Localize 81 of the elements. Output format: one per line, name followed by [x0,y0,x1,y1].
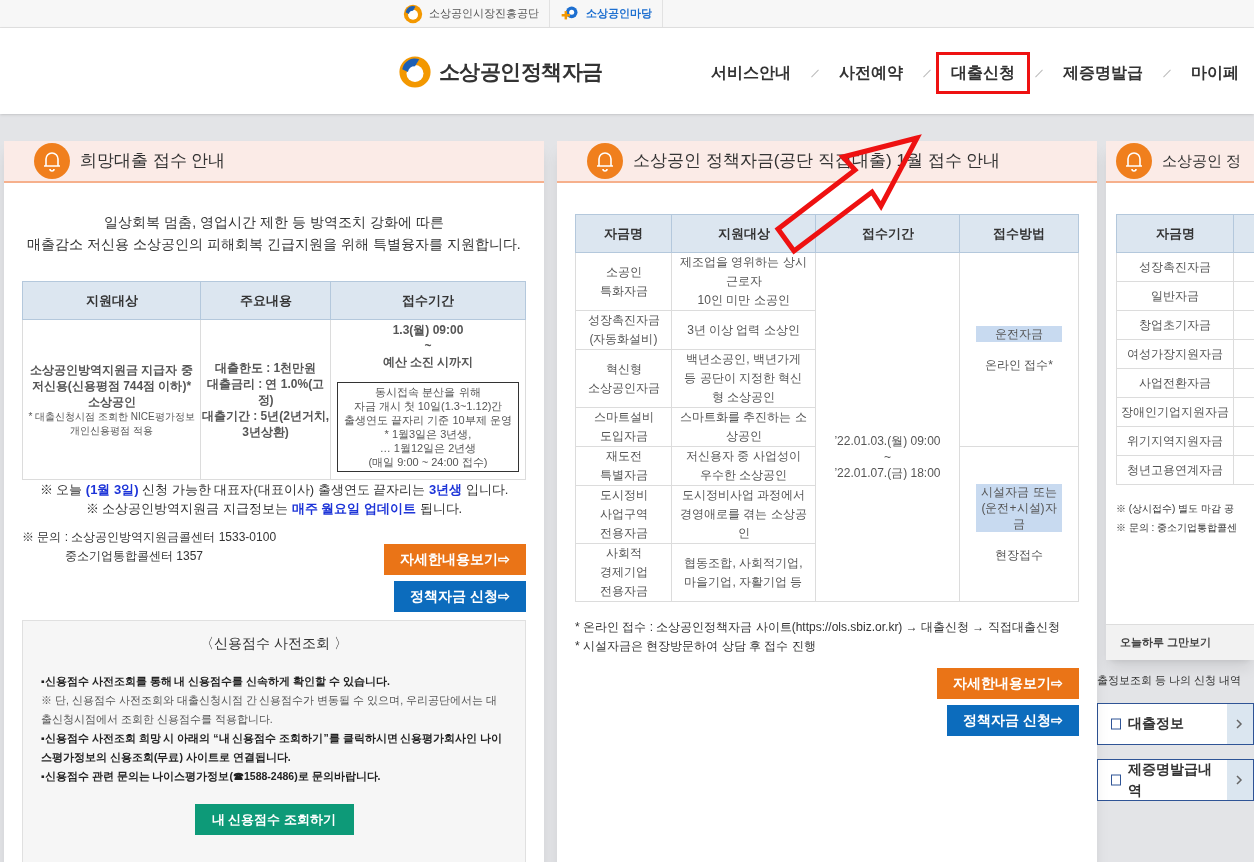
document-icon [1110,772,1122,787]
contact-text: 중소기업통합콜센터 1357 [64,548,205,565]
logo-icon [403,3,423,24]
table-cell-text: 1.3(월) 09:00 [391,322,465,338]
apply-button[interactable]: 정책자금 신청⇨ [394,581,526,612]
notice-text: ※ 소상공인방역지원금 지급정보는 매주 월요일 업데이트 됩니다. [85,500,463,518]
apply-button[interactable]: 정책자금 신청⇨ [947,705,1079,736]
panel-title: 〈신용점수 사전조회 〉 [199,634,349,653]
table-cell: 스마트설비 도입자금 [575,407,672,447]
nav-item[interactable]: 서비스안내 [696,52,806,94]
credit-check-button[interactable]: 내 신용점수 조회하기 [194,804,354,835]
column-header: 자금명 [575,214,672,253]
table-cell: 창업초기자금 [1116,310,1234,340]
intro-text: 매출감소 저신용 소상공인의 피해회복 긴급지원을 위해 특별융자를 지원합니다. [27,235,521,254]
table-cell: 일반자금 [1116,281,1234,311]
table-cell-text: 소상공인방역지원금 지급자 중 저신용(신용평점 744점 이하)* 소상공인 [29,361,194,410]
document-icon [1110,716,1122,731]
column-header: 자금명 [1116,214,1234,253]
info-text: ▪신용점수 관련 문의는 나이스평가정보(☎1588-2486)로 문의바랍니다. [41,769,382,784]
notice-box: 동시접속 분산을 위해 자금 개시 첫 10일(1.3~1.12)간 출생연도 끝자리 기준 10부제 운영 * 1월3일은 3년생, … 1월12일은 2년생 (매일 9:00 ~ 24:00 접수) [337,382,519,472]
table-cell: ’22.01.03.(월) 09:00 [834,433,941,449]
table-cell: 장애인기업지원자금 [1116,397,1234,427]
notice-text: ※ 문의 : 중소기업통합콜센 [1116,521,1239,535]
notice-text: * 시설자금은 현장방문하여 상담 후 접수 진행 [575,638,817,655]
table-cell: 성장촉진자금 (자동화설비) [575,310,672,350]
bell-icon [34,143,70,179]
table-cell: 사회적 경제기업 전용자금 [575,543,672,602]
table-cell: 위기지역지원자금 [1116,426,1234,456]
table-cell: 도시정비 사업구역 전용자금 [575,485,672,544]
top-link[interactable]: 소상공인마당 [550,0,663,27]
column-header: 접수방법 [959,214,1079,253]
table-cell: 청년고용연계자금 [1116,455,1234,485]
chevron-icon [1227,703,1253,744]
nav-item[interactable]: 제증명발급 [1048,52,1158,94]
close-today-link[interactable]: 오늘하루 그만보기 [1106,624,1254,660]
table-cell-text: 대출한도 : 1천만원 [213,359,318,376]
table-cell: 대출기간 : 5년(2년거치, 3년상환) [201,407,330,440]
table-cell: ~ [884,449,891,465]
column-header: 접수기간 [330,281,526,320]
table-cell-text: 온라인 접수* [984,356,1054,374]
notice-text: * 온라인 접수 : 소상공인정책자금 사이트(https://ols.sbiz.or.kr) → 대출신청 → 직접대출신청 [575,619,1061,636]
column-header: 지원대상 [671,214,816,253]
table-cell: ’22.01.07.(금) 18:00 [834,465,941,481]
info-text: ▪신용점수 사전조회 희망 시 아래의 “내 신용점수 조회하기”를 클릭하시면 신용평가회사인 나이스평가정보의 신용조회(무료) 사이트로 연결됩니다. [41,731,504,765]
menu-link[interactable]: 대출정보 [1097,702,1254,745]
nav-item[interactable]: 대출신청 [936,52,1030,94]
notice-text: ※ (상시접수) 별도 마감 공 [1116,502,1235,516]
notice-text: ※ 오늘 (1월 3일) 신청 가능한 대표자(대표이사) 출생연도 끝자리는 3년생 입니다. [39,481,509,499]
nav-item[interactable]: 사전예약 [824,52,918,94]
popup-title: 희망대출 접수 안내 [80,150,226,173]
site-logo-text[interactable]: 소상공인정책자금 [439,56,603,88]
tag: 시설자금 또는 (운전+시설)자금 [976,484,1062,532]
contact-text: ※ 문의 : 소상공인방역지원금콜센터 1533-0100 [22,529,277,546]
caption-text: 출정보조회 등 나의 신청 내역 [1097,673,1243,688]
table-cell: 제조업을 영위하는 상시근로자 10인 미만 소공인 [671,252,816,311]
table-cell: 성장촉진자금 [1116,252,1234,282]
tag: 운전자금 [976,325,1062,342]
menu-link[interactable]: 제증명발급내역 [1097,758,1254,801]
bell-icon [587,143,623,179]
column-header: 지원대상 [22,281,201,320]
table-cell-text: 대출금리 : 연 1.0%(고정) [205,375,326,408]
table-cell: 여성가장지원자금 [1116,339,1234,369]
table-cell: 혁신형 소상공인자금 [575,349,672,408]
bell-icon [1116,143,1152,179]
popup-title: 소상공인 정 [1162,150,1242,171]
column-header: 접수기간 [815,214,960,253]
info-text: ▪신용점수 사전조회를 통해 내 신용점수를 신속하게 확인할 수 있습니다. [41,674,391,689]
info-text: ※ 단, 신용점수 사전조회와 대출신청시점 간 신용점수가 변동될 수 있으며, 우리공단에서는 대출신청시점에서 조회한 신용점수를 적용합니다. [41,693,498,727]
table-cell: 재도전 특별자금 [575,446,672,486]
logo-icon [397,55,433,89]
footnote-text: * 대출신청시점 조회한 NICE평가정보 개인신용평점 적용 [27,409,196,438]
column-header: 주요내용 [200,281,331,320]
table-cell-text: 예산 소진 시까지 [381,354,475,370]
top-link[interactable]: 소상공인시장진흥공단 [393,0,550,27]
chevron-icon [1227,759,1253,800]
table-cell-text: 현장접수 [994,547,1044,564]
table-cell-text: ~ [423,338,433,354]
intro-text: 일상회복 멈춤, 영업시간 제한 등 방역조치 강화에 따른 [104,213,444,232]
nav-item[interactable]: 마이페 [1176,52,1254,94]
table-cell: 소공인 특화자금 [575,252,672,311]
table-cell: 사업전환자금 [1116,368,1234,398]
